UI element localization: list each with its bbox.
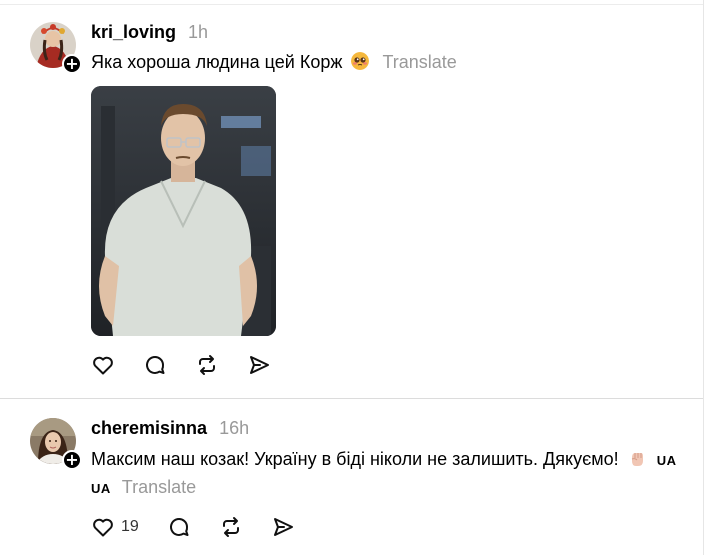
comment-icon <box>169 518 189 536</box>
username[interactable]: kri_loving <box>91 22 176 43</box>
pleading-face-emoji-icon <box>351 52 370 70</box>
reply-button[interactable] <box>143 353 167 377</box>
timestamp[interactable]: 1h <box>188 22 208 43</box>
timestamp[interactable]: 16h <box>219 418 249 439</box>
flag-ua-label: UA <box>656 453 677 468</box>
post-text: Максим наш козак! Україну в біді ніколи … <box>91 449 619 469</box>
username[interactable]: cheremisinna <box>91 418 207 439</box>
top-border <box>0 4 703 5</box>
share-button[interactable] <box>247 353 271 377</box>
repost-button[interactable] <box>195 353 219 377</box>
post-text-row: Яка хороша людина цей Корж Translate <box>91 49 457 75</box>
translate-link[interactable]: Translate <box>382 52 456 72</box>
post-divider <box>0 398 703 399</box>
repost-icon <box>199 355 215 375</box>
post-text: Яка хороша людина цей Корж <box>91 52 343 72</box>
translate-link[interactable]: Translate <box>122 477 196 497</box>
like-button[interactable]: 19 <box>91 515 139 539</box>
heart-icon <box>93 518 113 537</box>
user-avatar-wrapper[interactable]: + <box>30 22 82 74</box>
gif-image <box>91 86 276 336</box>
comment-icon <box>146 356 165 374</box>
post-header: cheremisinna 16h <box>91 418 249 439</box>
flag-ua-label: UA <box>91 481 111 496</box>
reply-button[interactable] <box>167 515 191 539</box>
post-header: kri_loving 1h <box>91 22 208 43</box>
repost-button[interactable] <box>219 515 243 539</box>
raised-fist-emoji-icon <box>631 453 643 466</box>
share-icon <box>250 356 269 374</box>
repost-icon <box>222 517 239 537</box>
post-actions: 19 <box>91 515 323 539</box>
like-count: 19 <box>121 518 139 535</box>
share-icon <box>273 518 293 536</box>
user-avatar-wrapper[interactable]: + <box>30 418 82 470</box>
follow-plus-icon[interactable]: + <box>62 54 82 74</box>
post-actions <box>91 353 299 377</box>
share-button[interactable] <box>271 515 295 539</box>
right-border <box>703 0 704 555</box>
heart-icon <box>93 356 113 375</box>
like-button[interactable] <box>91 353 115 377</box>
follow-plus-icon[interactable]: + <box>62 450 82 470</box>
post-media-gif[interactable] <box>91 86 276 336</box>
post-text-row: Максим наш козак! Україну в біді ніколи … <box>91 446 691 502</box>
